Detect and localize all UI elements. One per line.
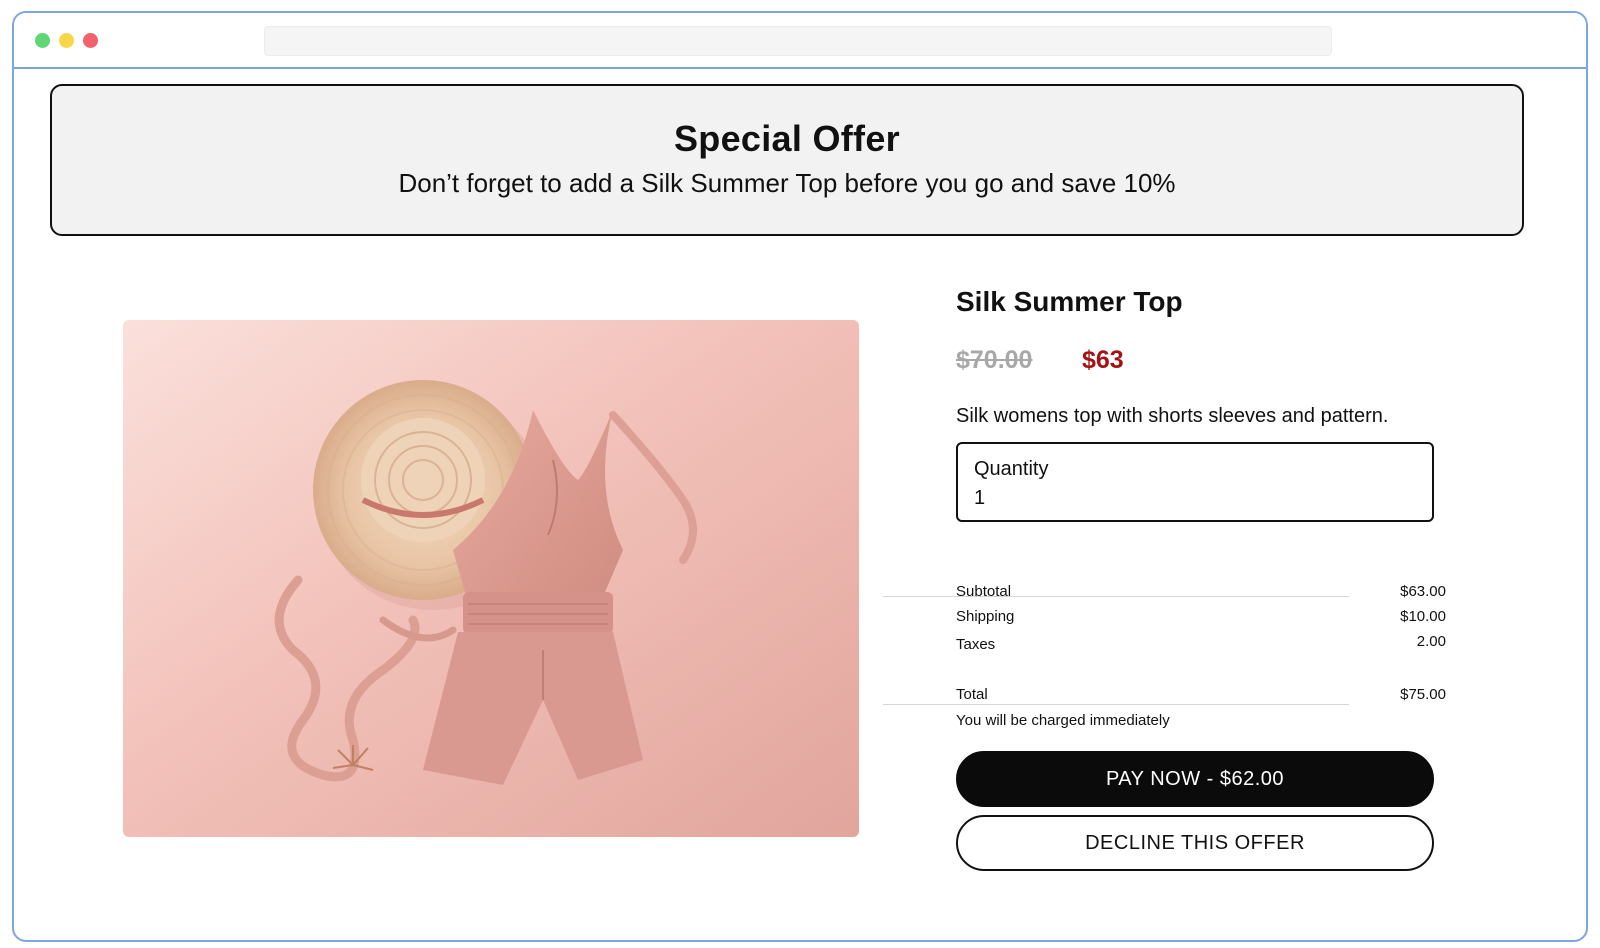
offer-text: Don’t forget to add a Silk Summer Top be… xyxy=(398,168,1176,198)
address-bar[interactable] xyxy=(264,26,1332,56)
total-value: $75.00 xyxy=(1400,686,1446,703)
maximize-window-button[interactable] xyxy=(35,33,50,48)
shipping-label: Shipping xyxy=(956,608,1015,625)
product-photo xyxy=(123,320,859,837)
total-divider xyxy=(883,704,1349,705)
quantity-field[interactable]: Quantity 1 xyxy=(956,442,1434,522)
subtotal-value: $63.00 xyxy=(1400,583,1446,600)
quantity-value[interactable]: 1 xyxy=(974,487,985,510)
product-image xyxy=(123,320,859,837)
product-title: Silk Summer Top xyxy=(956,286,1183,317)
original-price: $70.00 xyxy=(956,346,1033,374)
close-window-button[interactable] xyxy=(83,33,98,48)
taxes-value: 2.00 xyxy=(1416,633,1446,650)
shipping-value: $10.00 xyxy=(1400,608,1446,625)
quantity-label: Quantity xyxy=(974,458,1049,480)
browser-titlebar xyxy=(14,13,1586,69)
offer-title: Special Offer xyxy=(674,118,900,159)
special-offer-banner: Special Offer Don’t forget to add a Silk… xyxy=(50,84,1524,236)
taxes-label: Taxes xyxy=(956,636,996,653)
sale-price: $63 xyxy=(1082,346,1124,374)
charge-note: You will be charged immediately xyxy=(956,712,1170,729)
minimize-window-button[interactable] xyxy=(59,33,74,48)
pay-now-button[interactable]: PAY NOW - $62.00 xyxy=(956,751,1434,807)
decline-offer-button[interactable]: DECLINE THIS OFFER xyxy=(956,815,1434,871)
subtotal-label: Subtotal xyxy=(956,583,1012,600)
summary-divider xyxy=(883,596,1349,597)
product-description: Silk womens top with shorts sleeves and … xyxy=(956,405,1389,427)
total-label: Total xyxy=(956,686,988,703)
